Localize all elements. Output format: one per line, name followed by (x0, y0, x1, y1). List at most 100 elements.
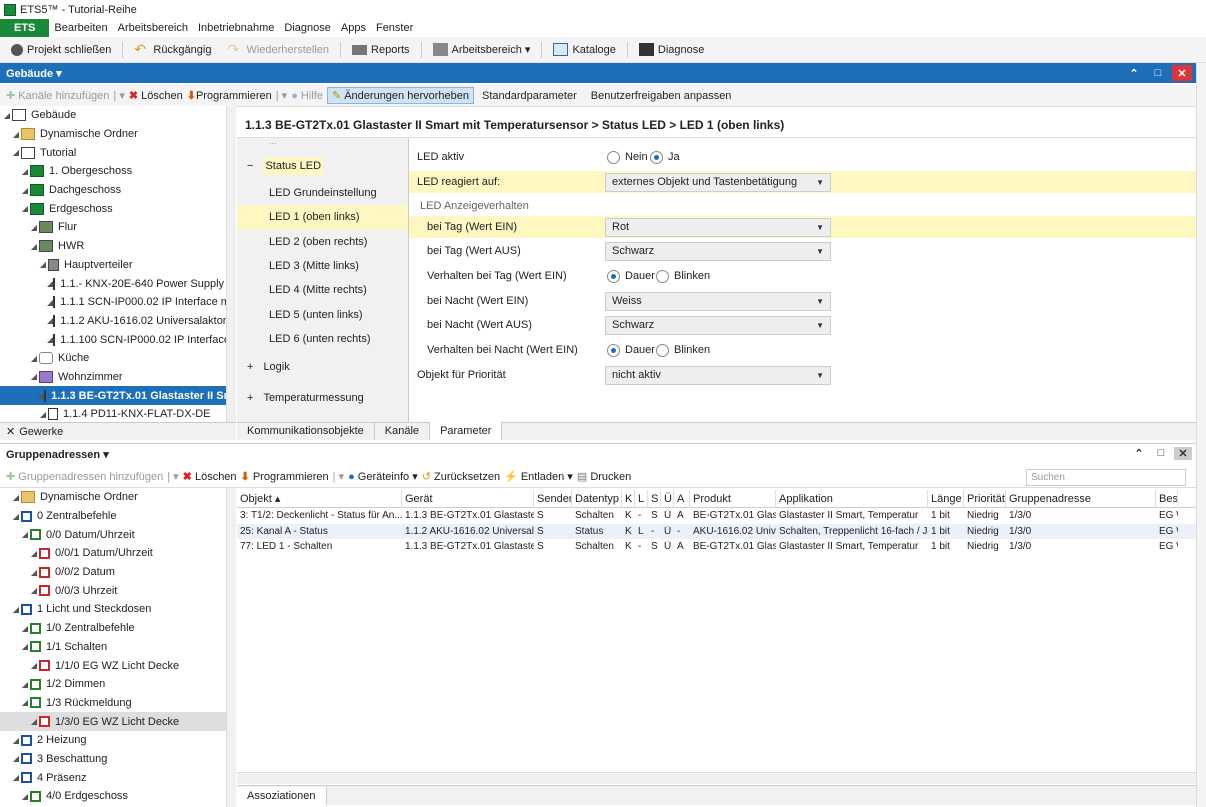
prioritaet-select[interactable]: nicht aktiv (605, 365, 831, 385)
tab-kanaele[interactable]: Kanäle (375, 422, 431, 440)
diagnose-button[interactable]: Diagnose (634, 41, 709, 58)
program-button[interactable]: ⬇Programmieren (187, 89, 272, 102)
tree-node[interactable]: ◢ 1. Obergeschoss (0, 162, 226, 181)
user-rights-button[interactable]: Benutzerfreigaben anpassen (591, 90, 732, 102)
expand-arrow-icon[interactable]: ◢ (11, 605, 21, 614)
tree-node[interactable]: ◢ 1 Licht und Steckdosen (0, 600, 226, 619)
column-header[interactable]: Produkt (690, 490, 776, 508)
expand-arrow-icon[interactable]: ◢ (29, 717, 39, 726)
radio-nacht-dauer[interactable]: Dauer (607, 343, 655, 357)
tree-node[interactable]: ◢ Tutorial (0, 143, 226, 162)
column-header[interactable]: Applikation (776, 490, 928, 508)
column-header[interactable]: Priorität (964, 490, 1006, 508)
expand-arrow-icon[interactable]: ◢ (38, 410, 48, 419)
building-tree-scrollbar[interactable] (226, 106, 236, 422)
expand-arrow-icon[interactable]: ◢ (29, 661, 39, 670)
column-header[interactable]: A (674, 490, 690, 508)
tree-node[interactable]: ◢ 0/0/2 Datum (0, 563, 226, 582)
tree-node[interactable]: ◢ 1/3/0 EG WZ Licht Decke (0, 712, 226, 731)
ga-tree-scrollbar[interactable] (226, 488, 236, 807)
tree-node[interactable]: ◢ 3 Beschattung (0, 750, 226, 769)
grid-horizontal-scrollbar[interactable] (237, 772, 1196, 784)
expand-arrow-icon[interactable]: ◢ (20, 680, 30, 689)
close-project-button[interactable]: Projekt schließen (6, 42, 116, 58)
nacht-ein-select[interactable]: Weiss (605, 291, 831, 311)
gewerke-tab[interactable]: ✕ Gewerke (0, 422, 236, 440)
nav-led-4[interactable]: LED 4 (Mitte rechts) (237, 278, 408, 302)
maximize-up-icon[interactable]: ⌃ (1124, 65, 1144, 81)
ga-delete-button[interactable]: ✖ Löschen (183, 470, 237, 483)
menu-arbeitsbereich[interactable]: Arbeitsbereich (113, 22, 193, 34)
tree-node[interactable]: ◢ 1/1 Schalten (0, 638, 226, 657)
nav-led-grundeinstellung[interactable]: LED Grundeinstellung (237, 181, 408, 205)
tree-node[interactable]: ◢ 0/0 Datum/Uhrzeit (0, 525, 226, 544)
restore-icon[interactable]: □ (1148, 65, 1168, 81)
expand-arrow-icon[interactable]: ◢ (11, 493, 21, 502)
tree-node[interactable]: ◢ Dachgeschoss (0, 181, 226, 200)
nacht-aus-select[interactable]: Schwarz (605, 315, 831, 335)
expand-arrow-icon[interactable]: ◢ (20, 698, 30, 707)
add-channels-button[interactable]: ✚ Kanäle hinzufügen (6, 89, 109, 102)
tree-node[interactable]: ◢ Gebäude (0, 106, 226, 125)
tree-node[interactable]: ◢ HWR (0, 237, 226, 256)
redo-button[interactable]: ↷ Wiederherstellen (222, 41, 334, 58)
tree-node[interactable]: ◢ 0 Zentralbefehle (0, 507, 226, 526)
expand-arrow-icon[interactable]: ◢ (2, 111, 12, 120)
tree-node[interactable]: ◢ Küche (0, 349, 226, 368)
print-button[interactable]: ▤ Drucken (577, 470, 631, 483)
expand-arrow-icon[interactable]: ◢ (11, 754, 21, 763)
tree-node[interactable]: ◢ Dynamische Ordner (0, 488, 226, 507)
tree-node[interactable]: ◢ 4 Präsenz (0, 768, 226, 787)
nav-temperaturmessung[interactable]: + Temperaturmessung (237, 382, 408, 413)
device-info-button[interactable]: ● Geräteinfo ▾ (348, 470, 418, 483)
led-reagiert-select[interactable]: externes Objekt und Tastenbetätigung (605, 172, 831, 192)
table-row[interactable]: 3: T1/2: Deckenlicht - Status für An... 1… (237, 508, 1196, 524)
table-row[interactable]: 77: LED 1 - Schalten 1.1.3 BE-GT2Tx.01 Gl… (237, 539, 1196, 555)
column-header[interactable]: S (648, 490, 661, 508)
column-header[interactable]: Senden (534, 490, 572, 508)
tag-aus-select[interactable]: Schwarz (605, 241, 831, 261)
expand-arrow-icon[interactable]: ◢ (29, 242, 39, 251)
expand-arrow-icon[interactable]: ◢ (11, 773, 21, 782)
column-header[interactable]: Datentyp (572, 490, 622, 508)
tree-node[interactable]: ◢ 1/3 Rückmeldung (0, 694, 226, 713)
nav-led-3[interactable]: LED 3 (Mitte links) (237, 254, 408, 278)
nav-logik[interactable]: + Logik (237, 351, 408, 382)
highlight-changes-button[interactable]: ✎ Änderungen hervorheben (326, 87, 474, 104)
reset-button[interactable]: ↺ Zurücksetzen (422, 470, 500, 483)
menu-apps[interactable]: Apps (336, 22, 371, 34)
radio-ja[interactable]: Ja (650, 150, 680, 164)
search-input[interactable]: Suchen (1026, 469, 1186, 486)
tab-assoziationen[interactable]: Assoziationen (237, 787, 327, 805)
tree-node[interactable]: ◢ 0/0/3 Uhrzeit (0, 581, 226, 600)
tree-node[interactable]: ◢ 4/0 Erdgeschoss (0, 787, 226, 806)
expand-arrow-icon[interactable]: ◢ (20, 642, 30, 651)
expand-arrow-icon[interactable]: ◢ (20, 624, 30, 633)
catalogs-button[interactable]: Kataloge (548, 41, 620, 58)
tree-node[interactable]: ◢1.1.- KNX-20E-640 Power Supply (230... (0, 274, 226, 293)
tree-node[interactable]: ◢ Dynamische Ordner (0, 125, 226, 144)
radio-tag-blinken[interactable]: Blinken (656, 269, 710, 283)
add-ga-button[interactable]: ✚ Gruppenadressen hinzufügen (6, 470, 163, 483)
reports-button[interactable]: Reports (347, 42, 415, 58)
expand-arrow-icon[interactable]: ◢ (20, 792, 30, 801)
nav-led-2[interactable]: LED 2 (oben rechts) (237, 230, 408, 254)
menu-inbetriebnahme[interactable]: Inbetriebnahme (193, 22, 279, 34)
tree-node[interactable]: ◢ Erdgeschoss (0, 199, 226, 218)
ga-panel-title[interactable]: Gruppenadressen ▾ (6, 448, 109, 461)
menu-ets[interactable]: ETS (0, 19, 50, 37)
menu-diagnose[interactable]: Diagnose (279, 22, 335, 34)
workspace-button[interactable]: Arbeitsbereich ▾ (428, 41, 536, 58)
expand-arrow-icon[interactable]: ◢ (29, 586, 39, 595)
tree-node[interactable]: ◢ 0/0/1 Datum/Uhrzeit (0, 544, 226, 563)
tag-ein-select[interactable]: Rot (605, 217, 831, 237)
expand-arrow-icon[interactable]: ◢ (20, 204, 30, 213)
nav-led-6[interactable]: LED 6 (unten rechts) (237, 327, 408, 351)
building-panel-title[interactable]: Gebäude ▾ (6, 67, 62, 80)
column-header[interactable]: Ü (661, 490, 674, 508)
expand-arrow-icon[interactable]: ◢ (29, 549, 39, 558)
nav-led-1[interactable]: LED 1 (oben links) (237, 205, 408, 230)
column-header[interactable]: Besc (1156, 490, 1178, 508)
expand-arrow-icon[interactable]: ◢ (29, 223, 39, 232)
tab-parameter[interactable]: Parameter (430, 422, 503, 440)
